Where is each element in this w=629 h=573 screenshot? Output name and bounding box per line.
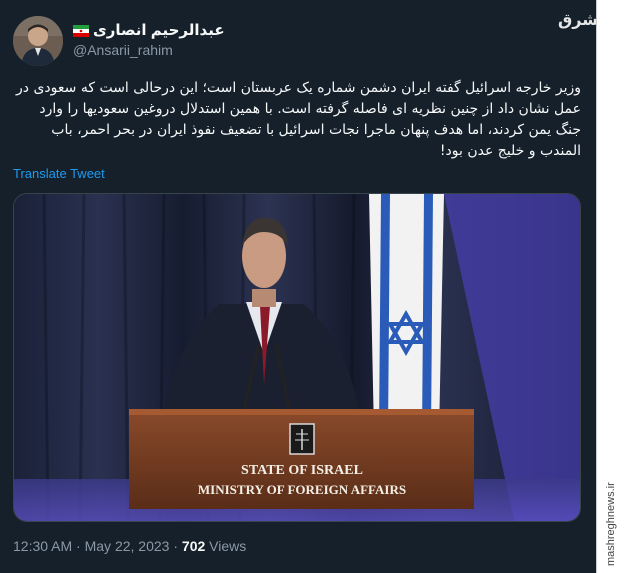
tweet-card: عبدالرحیم انصاری @Ansarii_rahim وزیر خار… [0,0,608,573]
watermark-site: mashreghnews.ir [605,482,617,566]
translate-tweet-link[interactable]: Translate Tweet [13,166,105,181]
user-handle[interactable]: @Ansarii_rahim [73,42,173,58]
author-name-row[interactable]: عبدالرحیم انصاری [73,20,225,40]
meta-separator: · [173,538,179,554]
tweet-time[interactable]: 12:30 AM [13,538,72,554]
display-name[interactable]: عبدالرحیم انصاری [93,21,225,39]
tweet-text: وزیر خارجه اسرائیل گفته ایران دشمن شماره… [16,80,581,159]
views-count: 702 [181,538,206,554]
iran-flag-icon [73,24,89,37]
avatar[interactable] [13,16,63,66]
podium-line-1: STATE OF ISRAEL [241,463,363,478]
tweet-meta: 12:30 AM · May 22, 2023 · 702 Views [13,538,246,554]
tweet-date[interactable]: May 22, 2023 [85,538,170,554]
views-label: Views [209,538,247,554]
podium-line-2: MINISTRY OF FOREIGN AFFAIRS [198,482,406,497]
tweet-photo[interactable]: STATE OF ISRAEL MINISTRY OF FOREIGN AFFA… [13,193,581,522]
meta-separator: · [76,538,81,554]
